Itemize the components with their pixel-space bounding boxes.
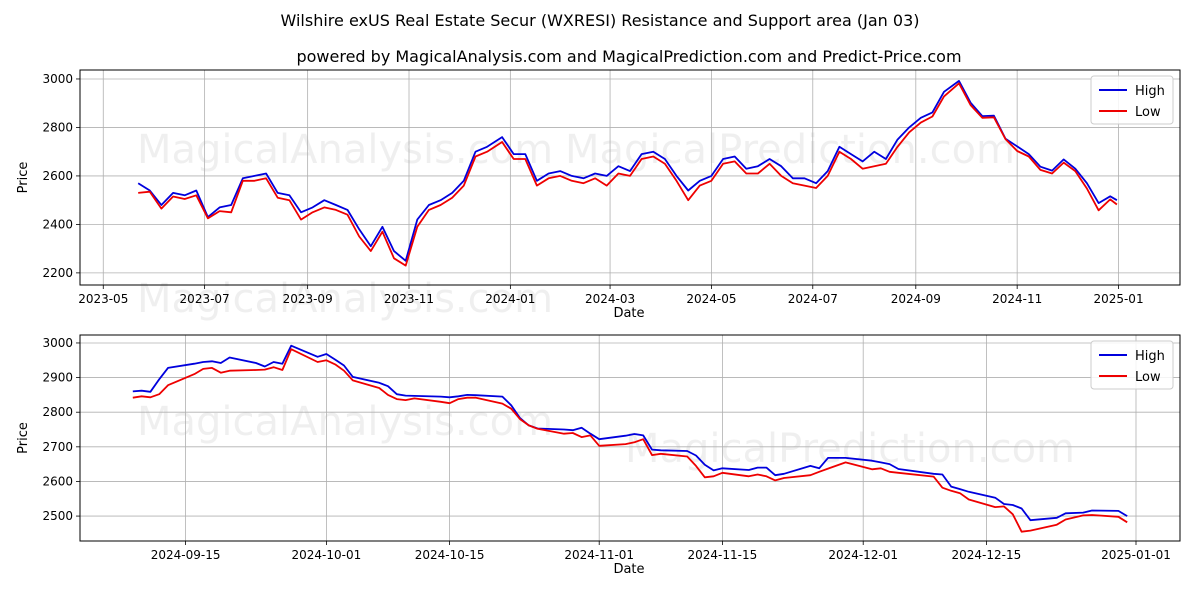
- x-tick-label: 2024-03: [585, 292, 635, 306]
- chart-panel-2: MagicalAnalysis.com MagicalPrediction.com…: [16, 334, 1181, 577]
- y-tick-label: 2800: [42, 405, 73, 419]
- y-tick-label: 2600: [42, 169, 73, 183]
- legend: High Low: [1090, 75, 1174, 125]
- x-tick-label: 2024-11-01: [564, 548, 634, 562]
- x-axis-label: Date: [613, 562, 644, 577]
- y-tick-label: 2900: [42, 371, 73, 385]
- x-tick-label: 2023-09: [283, 292, 333, 306]
- chart-title: Wilshire exUS Real Estate Secur (WXRESI)…: [281, 11, 920, 30]
- x-tick-label: 2025-01: [1093, 292, 1143, 306]
- legend: High Low: [1090, 340, 1174, 390]
- x-tick-label: 2024-12-15: [952, 548, 1022, 562]
- legend-label-low: Low: [1135, 105, 1161, 120]
- x-tick-label: 2024-09: [891, 292, 941, 306]
- x-tick-label: 2024-01: [485, 292, 535, 306]
- x-tick-label: 2024-10-01: [292, 548, 362, 562]
- x-tick-label: 2023-05: [78, 292, 128, 306]
- y-tick-label: 2200: [42, 266, 73, 280]
- watermark: MagicalPrediction.com: [625, 426, 1075, 472]
- legend-label-high: High: [1135, 84, 1165, 99]
- x-tick-label: 2023-11: [384, 292, 434, 306]
- chart-subtitle: powered by MagicalAnalysis.com and Magic…: [296, 47, 961, 66]
- y-axis-label: Price: [16, 162, 31, 194]
- x-tick-label: 2024-09-15: [151, 548, 221, 562]
- chart-figure: Wilshire exUS Real Estate Secur (WXRESI)…: [16, 11, 1181, 577]
- x-tick-label: 2024-07: [788, 292, 838, 306]
- x-tick-label: 2024-11-15: [688, 548, 758, 562]
- legend-label-high: High: [1135, 349, 1165, 364]
- legend-label-low: Low: [1135, 370, 1161, 385]
- y-axis-label: Price: [16, 422, 31, 454]
- x-tick-label: 2025-01-01: [1101, 548, 1171, 562]
- x-tick-label: 2024-10-15: [415, 548, 485, 562]
- x-tick-label: 2024-12-01: [828, 548, 898, 562]
- y-tick-label: 2400: [42, 217, 73, 231]
- y-tick-label: 2600: [42, 474, 73, 488]
- watermark: MagicalAnalysis.com: [137, 399, 553, 445]
- y-tick-label: 2800: [42, 120, 73, 134]
- chart-panel-1: MagicalAnalysis.com MagicalPrediction.com…: [16, 69, 1181, 322]
- y-tick-label: 3000: [42, 72, 73, 86]
- y-tick-label: 2700: [42, 440, 73, 454]
- x-tick-label: 2024-11: [992, 292, 1042, 306]
- x-axis-label: Date: [613, 306, 644, 321]
- series-line-low: [138, 82, 1118, 267]
- x-tick-label: 2024-05: [686, 292, 736, 306]
- y-tick-label: 3000: [42, 336, 73, 350]
- y-tick-label: 2500: [42, 509, 73, 523]
- x-tick-label: 2023-07: [180, 292, 230, 306]
